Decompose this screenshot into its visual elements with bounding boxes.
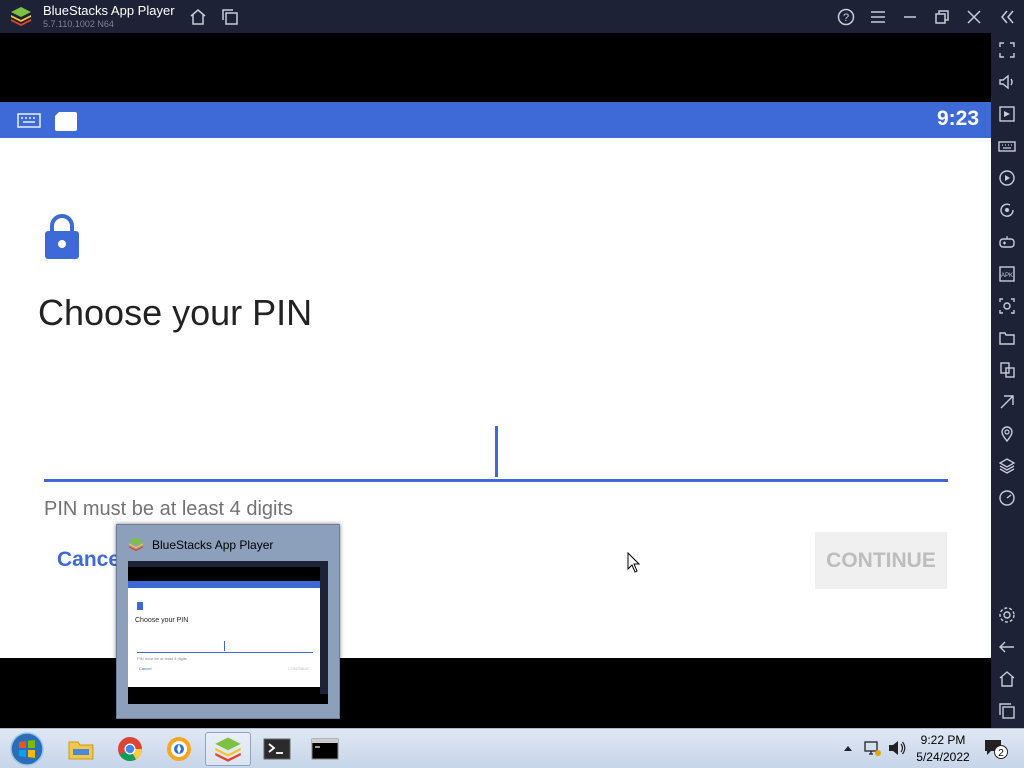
android-clock: 9:23 [936,107,979,130]
help-icon[interactable]: ? [836,7,856,27]
fullscreen-icon[interactable] [998,41,1016,59]
layers-icon[interactable] [998,457,1016,475]
start-button[interactable] [6,732,48,766]
collapse-sidebar-icon[interactable] [997,7,1017,27]
folder-icon[interactable] [998,329,1016,347]
show-hidden-icons-icon[interactable] [843,744,853,752]
home-icon[interactable] [188,7,208,27]
title-bar: BlueStacks App Player 5.7.110.1002 N64 ? [0,0,1024,33]
cmd-icon [311,738,339,760]
taskbar-command-prompt[interactable] [302,732,348,766]
close-icon[interactable] [964,7,984,27]
taskbar-chrome[interactable] [107,732,153,766]
powershell-icon [263,738,291,760]
action-center-icon[interactable]: 2 [983,737,1009,761]
media-manager-icon[interactable] [998,105,1016,123]
chrome-icon [118,737,142,762]
side-toolbar: APK [991,33,1024,728]
bluestacks-logo-icon [11,7,31,26]
pin-input[interactable] [44,479,948,482]
windows-start-icon [10,732,44,766]
gamepad-icon[interactable] [998,233,1016,251]
taskbar-thumbnail-preview[interactable]: BlueStacks App Player Choose your PIN PI… [116,524,340,719]
thumb-hint: PIN must be at least 4 digits [137,656,187,661]
taskbar-bluestacks[interactable] [205,732,251,766]
android-home-icon[interactable] [998,670,1016,688]
location-icon[interactable] [998,425,1016,443]
macro-icon[interactable] [998,169,1016,187]
thumb-cancel: Cancel [139,666,152,671]
page-title: Choose your PIN [38,292,313,333]
volume-icon[interactable] [998,73,1016,91]
eco-mode-icon[interactable] [998,393,1016,411]
svg-text:APK: APK [1001,273,1013,279]
lock-icon [45,214,79,259]
settings-icon[interactable] [998,606,1016,624]
restore-icon[interactable] [932,7,952,27]
keyboard-status-icon [17,113,41,128]
network-icon[interactable] [862,738,882,758]
taskbar-browser[interactable] [156,732,202,766]
multi-instance-sync-icon[interactable] [998,361,1016,379]
continue-button[interactable]: CONTINUE [815,532,947,589]
minimize-icon[interactable] [900,7,920,27]
preview-title: BlueStacks App Player [152,538,274,552]
clock-date[interactable]: 5/24/2022 [912,750,974,764]
rotate-icon[interactable] [998,201,1016,219]
thumb-continue: CONTINUE [288,666,309,671]
app-version: 5.7.110.1002 N64 [43,19,114,29]
text-cursor [495,426,498,477]
speaker-icon[interactable] [887,738,907,758]
browser-icon [167,737,191,761]
taskbar-powershell[interactable] [254,732,300,766]
clock-time[interactable]: 9:22 PM [912,733,974,747]
pin-hint: PIN must be at least 4 digits [44,498,294,520]
thumb-title: Choose your PIN [135,617,189,624]
performance-icon[interactable] [998,489,1016,507]
notification-count: 2 [998,748,1004,759]
bluestacks-logo-icon [129,537,143,551]
folder-icon [68,741,94,760]
bluestacks-logo-icon [215,737,241,762]
preview-thumbnail: Choose your PIN PIN must be at least 4 d… [128,561,328,704]
taskbar-file-explorer[interactable] [58,732,104,766]
keyboard-icon[interactable] [998,137,1016,155]
svg-text:?: ? [843,12,849,24]
menu-icon[interactable] [868,7,888,27]
windows-taskbar: 9:22 PM 5/24/2022 2 [0,728,1024,768]
apk-install-icon[interactable]: APK [998,265,1016,283]
multi-instance-icon[interactable] [220,7,240,27]
window-title: BlueStacks App Player [43,3,175,18]
mouse-pointer-icon [627,552,641,573]
screenshot-icon[interactable] [998,297,1016,315]
sd-card-icon [55,112,77,131]
recent-apps-icon[interactable] [998,702,1016,720]
android-status-bar: 9:23 [0,102,991,138]
back-icon[interactable] [998,638,1016,656]
